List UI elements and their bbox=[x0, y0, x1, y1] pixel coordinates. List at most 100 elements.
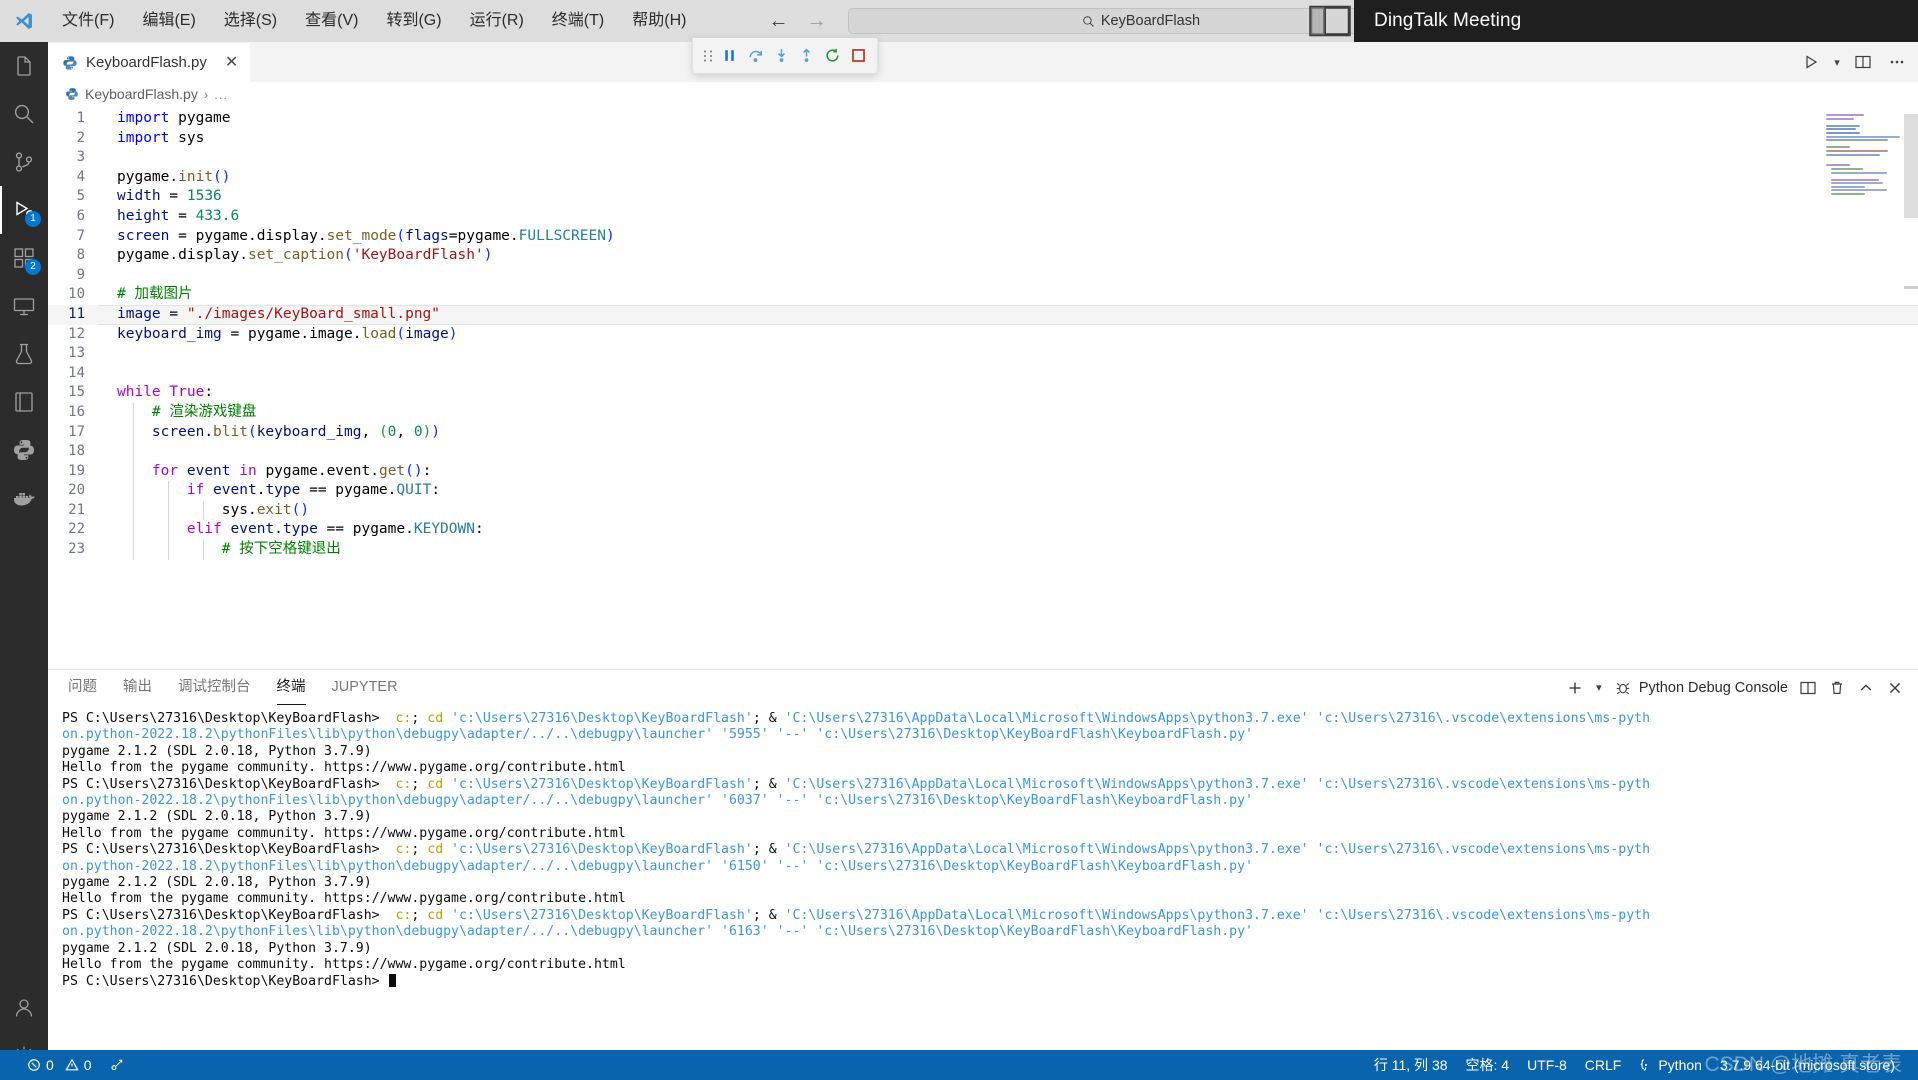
code-text: screen.blit(keyboard_img, (0, 0)) bbox=[98, 422, 440, 443]
sidebar-item-python[interactable] bbox=[0, 426, 48, 474]
terminal-line: PS C:\Users\27316\Desktop\KeyBoardFlash>… bbox=[62, 907, 1651, 923]
arrow-left-icon[interactable]: ← bbox=[768, 11, 788, 31]
menu-edit[interactable]: 编辑(E) bbox=[128, 0, 209, 42]
status-ports[interactable] bbox=[101, 1050, 133, 1080]
tab-keyboardflash-py[interactable]: KeyboardFlash.py ✕ bbox=[48, 42, 251, 82]
sidebar-item-accounts[interactable] bbox=[0, 984, 48, 1032]
status-python-interpreter[interactable]: 3.7.9 64-bit (microsoft store) bbox=[1711, 1050, 1904, 1080]
terminal-line: PS C:\Users\27316\Desktop\KeyBoardFlash>… bbox=[62, 842, 1651, 858]
plus-icon[interactable] bbox=[1562, 675, 1588, 701]
run-icon[interactable] bbox=[1796, 47, 1826, 77]
step-out-button[interactable] bbox=[794, 42, 820, 70]
sidebar-item-run-and-debug[interactable]: 1 bbox=[0, 186, 48, 234]
tab-terminal[interactable]: 终端 bbox=[276, 670, 306, 705]
tab-debug-console[interactable]: 调试控制台 bbox=[178, 670, 251, 705]
editor-scrollbar[interactable] bbox=[1904, 106, 1918, 669]
minimap[interactable] bbox=[1826, 114, 1904, 222]
editor-region: KeyboardFlash.py ✕ ▾ KeyboardFlash.py › … bbox=[48, 42, 1918, 669]
menu-terminal[interactable]: 终端(T) bbox=[538, 0, 618, 42]
chevron-up-icon[interactable] bbox=[1853, 675, 1879, 701]
arrow-right-icon[interactable]: → bbox=[806, 11, 826, 31]
menu-go[interactable]: 转到(G) bbox=[372, 0, 455, 42]
code-line-7: 7 screen = pygame.display.set_mode(flags=… bbox=[48, 227, 1918, 247]
indent-guide bbox=[133, 481, 134, 501]
code-line-6: 6 height = 433.6 bbox=[48, 207, 1918, 227]
indent-guide bbox=[203, 540, 204, 560]
trash-icon[interactable] bbox=[1824, 675, 1850, 701]
dingtalk-meeting-overlay[interactable]: DingTalk Meeting bbox=[1354, 0, 1918, 42]
terminal-line: on.python-2022.18.2\pythonFiles\lib\pyth… bbox=[62, 793, 1253, 809]
breadcrumb-file[interactable]: KeyboardFlash.py bbox=[85, 86, 198, 102]
menu-view[interactable]: 查看(V) bbox=[291, 0, 372, 42]
status-language-mode[interactable]: Python bbox=[1630, 1050, 1711, 1080]
menu-help[interactable]: 帮助(H) bbox=[618, 0, 700, 42]
step-over-button[interactable] bbox=[743, 42, 769, 70]
code-line-10: 10 # 加载图片 bbox=[48, 285, 1918, 305]
debug-toolbar[interactable] bbox=[692, 38, 878, 74]
stop-button[interactable] bbox=[845, 42, 871, 70]
code-editor[interactable]: 1 import pygame 2 import sys 3 4 pygame.init(… bbox=[48, 106, 1918, 669]
vscode-logo-icon bbox=[0, 0, 48, 42]
line-number: 4 bbox=[76, 168, 85, 185]
menu-run[interactable]: 运行(R) bbox=[456, 0, 538, 42]
editor-layout-icon[interactable] bbox=[1308, 0, 1352, 42]
panel-tab-bar: 问题 输出 调试控制台 终端 JUPYTER ▾ Python Debug Co… bbox=[48, 670, 1918, 705]
chevron-down-icon[interactable]: ▾ bbox=[1591, 681, 1607, 694]
sidebar-item-extensions[interactable]: 2 bbox=[0, 234, 48, 282]
status-cursor-position[interactable]: 行 11, 列 38 bbox=[1365, 1050, 1457, 1080]
terminal-output[interactable]: PS C:\Users\27316\Desktop\KeyBoardFlash>… bbox=[48, 705, 1918, 1050]
code-text: keyboard_img = pygame.image.load(image) bbox=[117, 325, 458, 342]
remote-indicator-icon[interactable] bbox=[0, 1050, 18, 1080]
sidebar-item-explorer[interactable] bbox=[0, 42, 48, 90]
tab-problems[interactable]: 问题 bbox=[68, 670, 97, 705]
menu-selection[interactable]: 选择(S) bbox=[210, 0, 291, 42]
grip-icon[interactable] bbox=[699, 49, 717, 63]
code-text: for event in pygame.event.get(): bbox=[98, 461, 431, 482]
sidebar-item-notebook[interactable] bbox=[0, 378, 48, 426]
breadcrumb-more[interactable]: ... bbox=[214, 87, 228, 102]
split-terminal-icon[interactable] bbox=[1795, 675, 1821, 701]
sidebar-item-remote-explorer[interactable] bbox=[0, 282, 48, 330]
extensions-badge: 2 bbox=[25, 259, 41, 275]
ellipsis-icon[interactable] bbox=[1882, 47, 1912, 77]
tab-jupyter[interactable]: JUPYTER bbox=[332, 670, 398, 705]
sidebar-item-docker[interactable] bbox=[0, 474, 48, 522]
scrollbar-thumb[interactable] bbox=[1904, 114, 1918, 218]
terminal-line: on.python-2022.18.2\pythonFiles\lib\pyth… bbox=[62, 924, 1253, 940]
close-icon[interactable]: ✕ bbox=[225, 54, 238, 71]
terminal-name[interactable]: Python Debug Console bbox=[1639, 680, 1788, 696]
code-line-23: 23 # 按下空格键退出 bbox=[48, 540, 1918, 560]
indent-guide bbox=[133, 422, 134, 443]
status-encoding[interactable]: UTF-8 bbox=[1518, 1050, 1576, 1080]
step-into-button[interactable] bbox=[768, 42, 794, 70]
code-line-17: 17 screen.blit(keyboard_img, (0, 0)) bbox=[48, 422, 1918, 443]
navigation-arrows: ← → bbox=[768, 11, 826, 31]
code-line-14: 14 bbox=[48, 364, 1918, 384]
terminal-line: Hello from the pygame community. https:/… bbox=[62, 957, 626, 973]
breadcrumb: KeyboardFlash.py › ... bbox=[48, 82, 1918, 106]
sidebar-item-testing[interactable] bbox=[0, 330, 48, 378]
status-indentation[interactable]: 空格: 4 bbox=[1457, 1050, 1519, 1080]
sidebar-item-source-control[interactable] bbox=[0, 138, 48, 186]
overview-ruler-mark bbox=[1904, 286, 1918, 289]
minimap-line bbox=[1831, 193, 1865, 196]
close-icon[interactable] bbox=[1882, 675, 1908, 701]
minimap-line bbox=[1826, 143, 1904, 145]
run-debug-badge: 1 bbox=[25, 211, 41, 227]
line-number: 1 bbox=[76, 110, 85, 126]
pause-button[interactable] bbox=[717, 42, 743, 70]
code-text: import pygame bbox=[117, 110, 231, 126]
line-number: 22 bbox=[68, 521, 85, 538]
chevron-down-icon[interactable]: ▾ bbox=[1830, 47, 1844, 77]
status-problems[interactable]: 0 0 bbox=[18, 1050, 101, 1080]
status-eol[interactable]: CRLF bbox=[1576, 1050, 1631, 1080]
restart-button[interactable] bbox=[820, 42, 846, 70]
tab-output[interactable]: 输出 bbox=[123, 670, 152, 705]
menu-file[interactable]: 文件(F) bbox=[48, 0, 128, 42]
sidebar-item-search[interactable] bbox=[0, 90, 48, 138]
code-line-2: 2 import sys bbox=[48, 129, 1918, 149]
split-editor-icon[interactable] bbox=[1848, 47, 1878, 77]
terminal-line: pygame 2.1.2 (SDL 2.0.18, Python 3.7.9) bbox=[62, 940, 372, 956]
